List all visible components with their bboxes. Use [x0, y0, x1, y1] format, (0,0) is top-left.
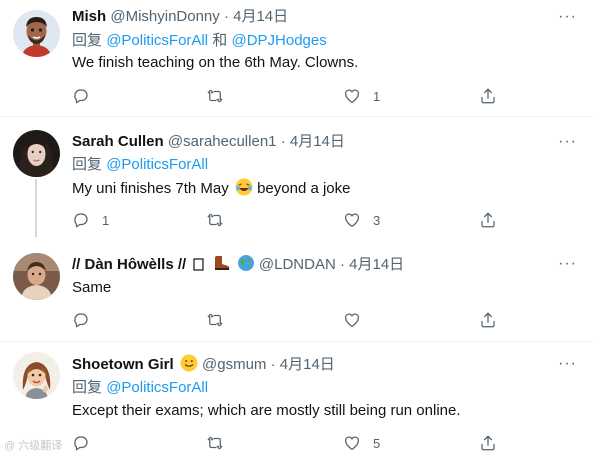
- share-icon: [481, 312, 495, 328]
- share-icon: [481, 88, 495, 104]
- timestamp[interactable]: 4月14日: [233, 8, 288, 25]
- tweet-header: Shoetown Girl @gsmum · 4月14日: [72, 354, 335, 378]
- share-icon: [481, 435, 495, 451]
- share-button[interactable]: [479, 210, 497, 230]
- like-count: 1: [373, 88, 381, 104]
- like-icon: [344, 313, 360, 328]
- reply-count: 1: [102, 212, 110, 228]
- like-icon: [344, 436, 360, 451]
- user-handle[interactable]: @gsmum: [202, 356, 266, 373]
- more-icon[interactable]: ···: [558, 9, 577, 25]
- tweet-sarah-cullen[interactable]: Sarah Cullen @sarahecullen1 · 4月14日 ··· …: [0, 117, 593, 237]
- share-button[interactable]: [479, 310, 497, 330]
- mention-link[interactable]: @DPJHodges: [231, 32, 326, 49]
- retweet-icon: [207, 89, 223, 103]
- avatar[interactable]: [13, 10, 60, 57]
- like-icon: [344, 213, 360, 228]
- reply-button[interactable]: [72, 433, 102, 453]
- share-icon: [481, 212, 495, 228]
- more-icon[interactable]: ···: [558, 256, 577, 272]
- tweet-shoetown-girl[interactable]: Shoetown Girl @gsmum · 4月14日 ··· 回复 @Pol…: [0, 342, 593, 456]
- boot-emoji-icon: [213, 254, 231, 278]
- user-handle[interactable]: @sarahecullen1: [168, 133, 277, 150]
- separator-dot: ·: [280, 133, 286, 150]
- timestamp[interactable]: 4月14日: [349, 256, 404, 273]
- retweet-button[interactable]: [206, 210, 236, 230]
- retweet-button[interactable]: [206, 310, 236, 330]
- thread-line: [35, 179, 37, 237]
- separator-dot: ·: [270, 356, 276, 373]
- display-name[interactable]: Sarah Cullen: [72, 133, 164, 150]
- retweet-icon: [207, 436, 223, 450]
- tweet-text: We finish teaching on the 6th May. Clown…: [72, 54, 359, 71]
- reply-button[interactable]: 1: [72, 210, 109, 230]
- timestamp[interactable]: 4月14日: [290, 133, 345, 150]
- tweet-header: Mish @MishyinDonny · 4月14日: [72, 7, 288, 27]
- reply-icon: [74, 436, 88, 451]
- tweet-text: My uni finishes 7th May beyond a joke: [72, 178, 350, 202]
- tweet-text: Except their exams; which are mostly sti…: [72, 402, 461, 419]
- mention-link[interactable]: @PoliticsForAll: [106, 156, 208, 173]
- like-count: 5: [373, 435, 381, 451]
- globe-emoji-icon: [237, 254, 255, 278]
- reply-and: 和: [212, 32, 228, 49]
- user-handle[interactable]: @LDNDAN: [259, 256, 336, 273]
- share-button[interactable]: [479, 433, 497, 453]
- display-name[interactable]: Shoetown Girl: [72, 356, 174, 373]
- retweet-button[interactable]: [206, 433, 236, 453]
- watermark: @ 六级翻译: [4, 440, 63, 452]
- reply-to: 回复 @PoliticsForAll: [72, 378, 208, 398]
- reply-prefix: 回复: [72, 32, 103, 49]
- avatar[interactable]: [13, 130, 60, 177]
- reply-icon: [74, 313, 88, 328]
- retweet-button[interactable]: [206, 86, 236, 106]
- timestamp[interactable]: 4月14日: [280, 356, 335, 373]
- tweet-text-part: My uni finishes 7th May: [72, 180, 229, 197]
- more-icon[interactable]: ···: [558, 134, 577, 150]
- tweet-mish[interactable]: Mish @MishyinDonny · 4月14日 ··· 回复 @Polit…: [0, 0, 593, 114]
- reply-to: 回复 @PoliticsForAll: [72, 155, 208, 175]
- reply-prefix: 回复: [72, 156, 103, 173]
- display-name[interactable]: // Dàn Hôwèlls //: [72, 256, 186, 273]
- reply-icon: [74, 213, 88, 228]
- like-icon: [344, 89, 360, 104]
- smiley-emoji-icon: [180, 354, 198, 378]
- retweet-icon: [207, 213, 223, 227]
- reply-button[interactable]: [72, 86, 102, 106]
- reply-prefix: 回复: [72, 379, 103, 396]
- reply-to: 回复 @PoliticsForAll 和 @DPJHodges: [72, 31, 327, 51]
- share-button[interactable]: [479, 86, 497, 106]
- like-button[interactable]: 3: [343, 210, 380, 230]
- box-emoji-icon: [192, 256, 206, 278]
- tweet-header: Sarah Cullen @sarahecullen1 · 4月14日: [72, 132, 345, 152]
- like-button[interactable]: 5: [343, 433, 380, 453]
- avatar[interactable]: [13, 352, 60, 399]
- tweet-header: // Dàn Hôwèlls // @LDNDAN · 4月14日: [72, 254, 404, 278]
- retweet-icon: [207, 313, 223, 327]
- like-button[interactable]: [343, 310, 373, 330]
- separator-dot: ·: [223, 8, 229, 25]
- tweet-dan-howells[interactable]: // Dàn Hôwèlls // @LDNDAN · 4月14日 ··· Sa…: [0, 237, 593, 341]
- tweet-text: Same: [72, 279, 112, 296]
- avatar[interactable]: [13, 253, 60, 300]
- laughing-emoji-icon: [235, 178, 253, 202]
- more-icon[interactable]: ···: [558, 356, 577, 372]
- like-count: 3: [373, 212, 381, 228]
- reply-button[interactable]: [72, 310, 102, 330]
- user-handle[interactable]: @MishyinDonny: [110, 8, 219, 25]
- tweet-text-part: beyond a joke: [257, 180, 351, 197]
- mention-link[interactable]: @PoliticsForAll: [106, 32, 208, 49]
- display-name[interactable]: Mish: [72, 8, 106, 25]
- like-button[interactable]: 1: [343, 86, 380, 106]
- separator-dot: ·: [339, 256, 345, 273]
- mention-link[interactable]: @PoliticsForAll: [106, 379, 208, 396]
- reply-icon: [74, 89, 88, 104]
